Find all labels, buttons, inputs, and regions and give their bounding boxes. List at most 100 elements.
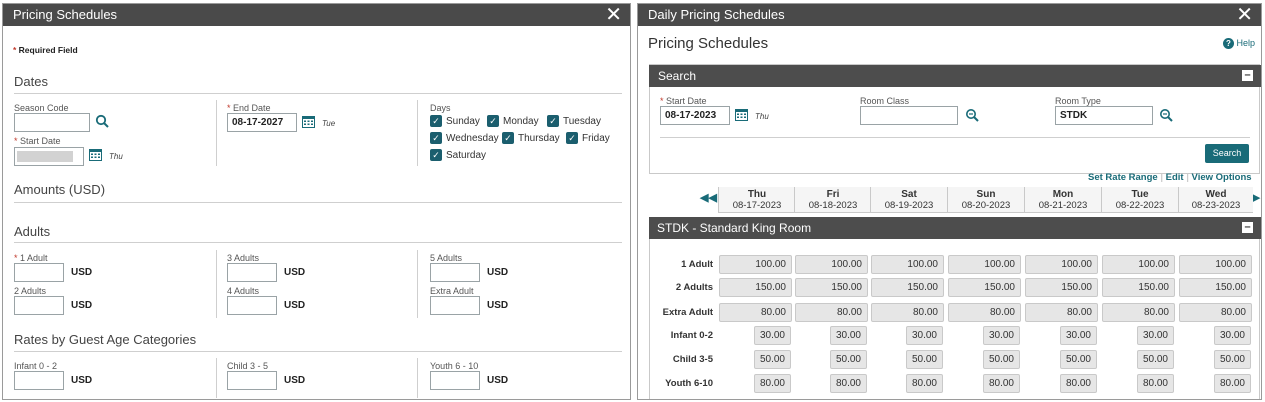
rate-cell[interactable]: 30.00 <box>906 326 943 345</box>
child-input[interactable] <box>227 371 277 390</box>
rate-cell[interactable]: 150.00 <box>948 278 1021 297</box>
day-header[interactable]: Fri 08-18-2023 <box>794 187 871 213</box>
infant-input[interactable] <box>14 371 64 390</box>
rate-cell[interactable]: 80.00 <box>871 303 944 322</box>
rate-cell[interactable]: 150.00 <box>1102 278 1175 297</box>
search-icon[interactable] <box>95 114 109 131</box>
rate-cell[interactable]: 50.00 <box>906 350 943 369</box>
friday-checkbox[interactable]: ✓ <box>566 132 578 144</box>
two-adults-label: 2 Adults <box>14 286 47 296</box>
start-date-input[interactable]: 08-17-2023 <box>660 106 730 125</box>
set-rate-range-link[interactable]: Set Rate Range <box>1088 172 1158 183</box>
rate-cell[interactable]: 100.00 <box>1025 255 1098 274</box>
page-title: Pricing Schedules <box>648 35 769 52</box>
two-adults-input[interactable] <box>14 296 64 315</box>
calendar-icon[interactable] <box>735 108 748 126</box>
start-date-input[interactable] <box>14 147 84 166</box>
extra-adult-label: Extra Adult <box>430 286 474 296</box>
lookup-icon[interactable] <box>1159 108 1173 127</box>
end-date-input[interactable]: 08-17-2027 <box>227 113 297 132</box>
rate-cell[interactable]: 150.00 <box>719 278 792 297</box>
rate-cell[interactable]: 150.00 <box>1179 278 1252 297</box>
help-link[interactable]: ? Help <box>1223 38 1255 49</box>
rate-cell[interactable]: 30.00 <box>830 326 867 345</box>
lookup-icon[interactable] <box>965 108 979 127</box>
monday-checkbox[interactable]: ✓ <box>487 115 499 127</box>
day-name: Fri <box>826 189 840 200</box>
one-adult-input[interactable] <box>14 263 64 282</box>
rate-cell[interactable]: 100.00 <box>871 255 944 274</box>
extra-adult-input[interactable] <box>430 296 480 315</box>
rate-cell[interactable]: 150.00 <box>871 278 944 297</box>
collapse-icon[interactable]: – <box>1242 222 1253 233</box>
rate-cell[interactable]: 50.00 <box>754 350 791 369</box>
day-header[interactable]: Tue 08-22-2023 <box>1101 187 1178 213</box>
day-name: Mon <box>1052 189 1074 200</box>
view-options-link[interactable]: View Options <box>1192 172 1252 183</box>
rate-cell[interactable]: 80.00 <box>830 374 867 393</box>
divider <box>14 242 622 243</box>
currency-label: USD <box>487 300 509 311</box>
rate-cell[interactable]: 80.00 <box>983 374 1020 393</box>
rate-cell[interactable]: 30.00 <box>754 326 791 345</box>
rate-cell[interactable]: 80.00 <box>1137 374 1174 393</box>
search-bar: Search – <box>649 65 1261 87</box>
rate-cell[interactable]: 80.00 <box>1102 303 1175 322</box>
edit-link[interactable]: Edit <box>1166 172 1184 183</box>
rate-cell[interactable]: 50.00 <box>1060 350 1097 369</box>
day-header[interactable]: Sat 08-19-2023 <box>870 187 947 213</box>
rate-cell[interactable]: 30.00 <box>1214 326 1251 345</box>
season-code-input[interactable] <box>14 113 90 132</box>
rate-cell[interactable]: 80.00 <box>1025 303 1098 322</box>
rate-cell[interactable]: 80.00 <box>948 303 1021 322</box>
room-class-input[interactable] <box>860 106 958 125</box>
rate-cell[interactable]: 30.00 <box>1137 326 1174 345</box>
rate-cell[interactable]: 100.00 <box>1179 255 1252 274</box>
rate-cell[interactable]: 50.00 <box>983 350 1020 369</box>
rate-cell[interactable]: 100.00 <box>719 255 792 274</box>
tuesday-label: Tuesday <box>563 116 601 127</box>
saturday-checkbox[interactable]: ✓ <box>430 149 442 161</box>
rate-cell[interactable]: 30.00 <box>983 326 1020 345</box>
calendar-icon[interactable] <box>302 115 315 133</box>
close-icon[interactable]: ✕ <box>605 4 622 26</box>
day-date: 08-23-2023 <box>1191 200 1241 211</box>
rate-cell[interactable]: 50.00 <box>830 350 867 369</box>
rate-cell[interactable]: 50.00 <box>1214 350 1251 369</box>
rate-cell[interactable]: 80.00 <box>1214 374 1251 393</box>
rate-cell[interactable]: 80.00 <box>1179 303 1252 322</box>
rate-cell[interactable]: 80.00 <box>1060 374 1097 393</box>
currency-label: USD <box>487 375 509 386</box>
rate-cell[interactable]: 80.00 <box>719 303 792 322</box>
collapse-icon[interactable]: – <box>1242 70 1253 81</box>
search-button[interactable]: Search <box>1205 144 1249 163</box>
thursday-checkbox[interactable]: ✓ <box>502 132 514 144</box>
rate-cell[interactable]: 50.00 <box>1137 350 1174 369</box>
wednesday-checkbox[interactable]: ✓ <box>430 132 442 144</box>
rate-cell[interactable]: 80.00 <box>795 303 868 322</box>
day-header[interactable]: Wed 08-23-2023 <box>1178 187 1253 213</box>
day-header[interactable]: Thu 08-17-2023 <box>718 187 795 213</box>
rate-cell[interactable]: 30.00 <box>1060 326 1097 345</box>
currency-label: USD <box>284 267 306 278</box>
five-adults-input[interactable] <box>430 263 480 282</box>
rate-cell[interactable]: 100.00 <box>1102 255 1175 274</box>
calendar-icon[interactable] <box>89 148 102 166</box>
day-header[interactable]: Mon 08-21-2023 <box>1024 187 1101 213</box>
four-adults-input[interactable] <box>227 296 277 315</box>
previous-week-icon[interactable]: ◀◀ <box>700 191 717 204</box>
rate-cell[interactable]: 100.00 <box>795 255 868 274</box>
close-icon[interactable]: ✕ <box>1236 4 1253 26</box>
youth-input[interactable] <box>430 371 480 390</box>
rate-cell[interactable]: 80.00 <box>906 374 943 393</box>
rate-cell[interactable]: 150.00 <box>1025 278 1098 297</box>
rate-cell[interactable]: 150.00 <box>795 278 868 297</box>
three-adults-input[interactable] <box>227 263 277 282</box>
tuesday-checkbox[interactable]: ✓ <box>547 115 559 127</box>
day-header[interactable]: Sun 08-20-2023 <box>947 187 1024 213</box>
rate-cell[interactable]: 100.00 <box>948 255 1021 274</box>
sunday-checkbox[interactable]: ✓ <box>430 115 442 127</box>
rate-cell[interactable]: 80.00 <box>754 374 791 393</box>
room-type-input[interactable]: STDK <box>1055 106 1153 125</box>
next-day-icon[interactable]: ▶ <box>1252 191 1260 204</box>
